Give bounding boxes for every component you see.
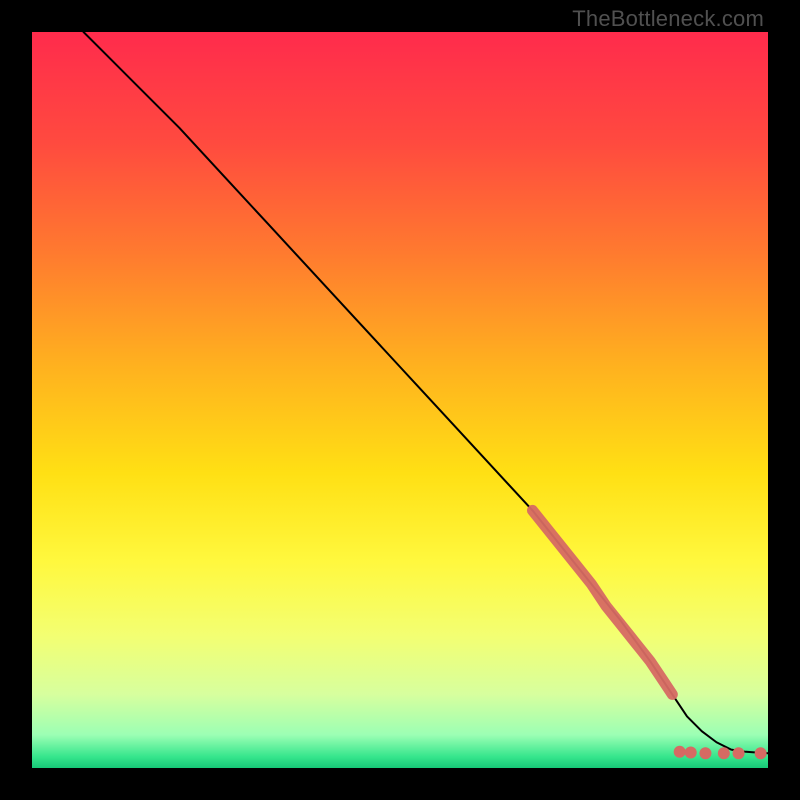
- tail-dot: [733, 747, 745, 759]
- plot-area: [32, 32, 768, 768]
- chart-svg: [32, 32, 768, 768]
- gradient-background: [32, 32, 768, 768]
- tail-dot: [718, 747, 730, 759]
- tail-dot: [685, 747, 697, 759]
- tail-dot: [755, 747, 767, 759]
- watermark-text: TheBottleneck.com: [572, 6, 764, 32]
- chart-stage: TheBottleneck.com: [0, 0, 800, 800]
- tail-dot: [699, 747, 711, 759]
- tail-dot: [674, 746, 686, 758]
